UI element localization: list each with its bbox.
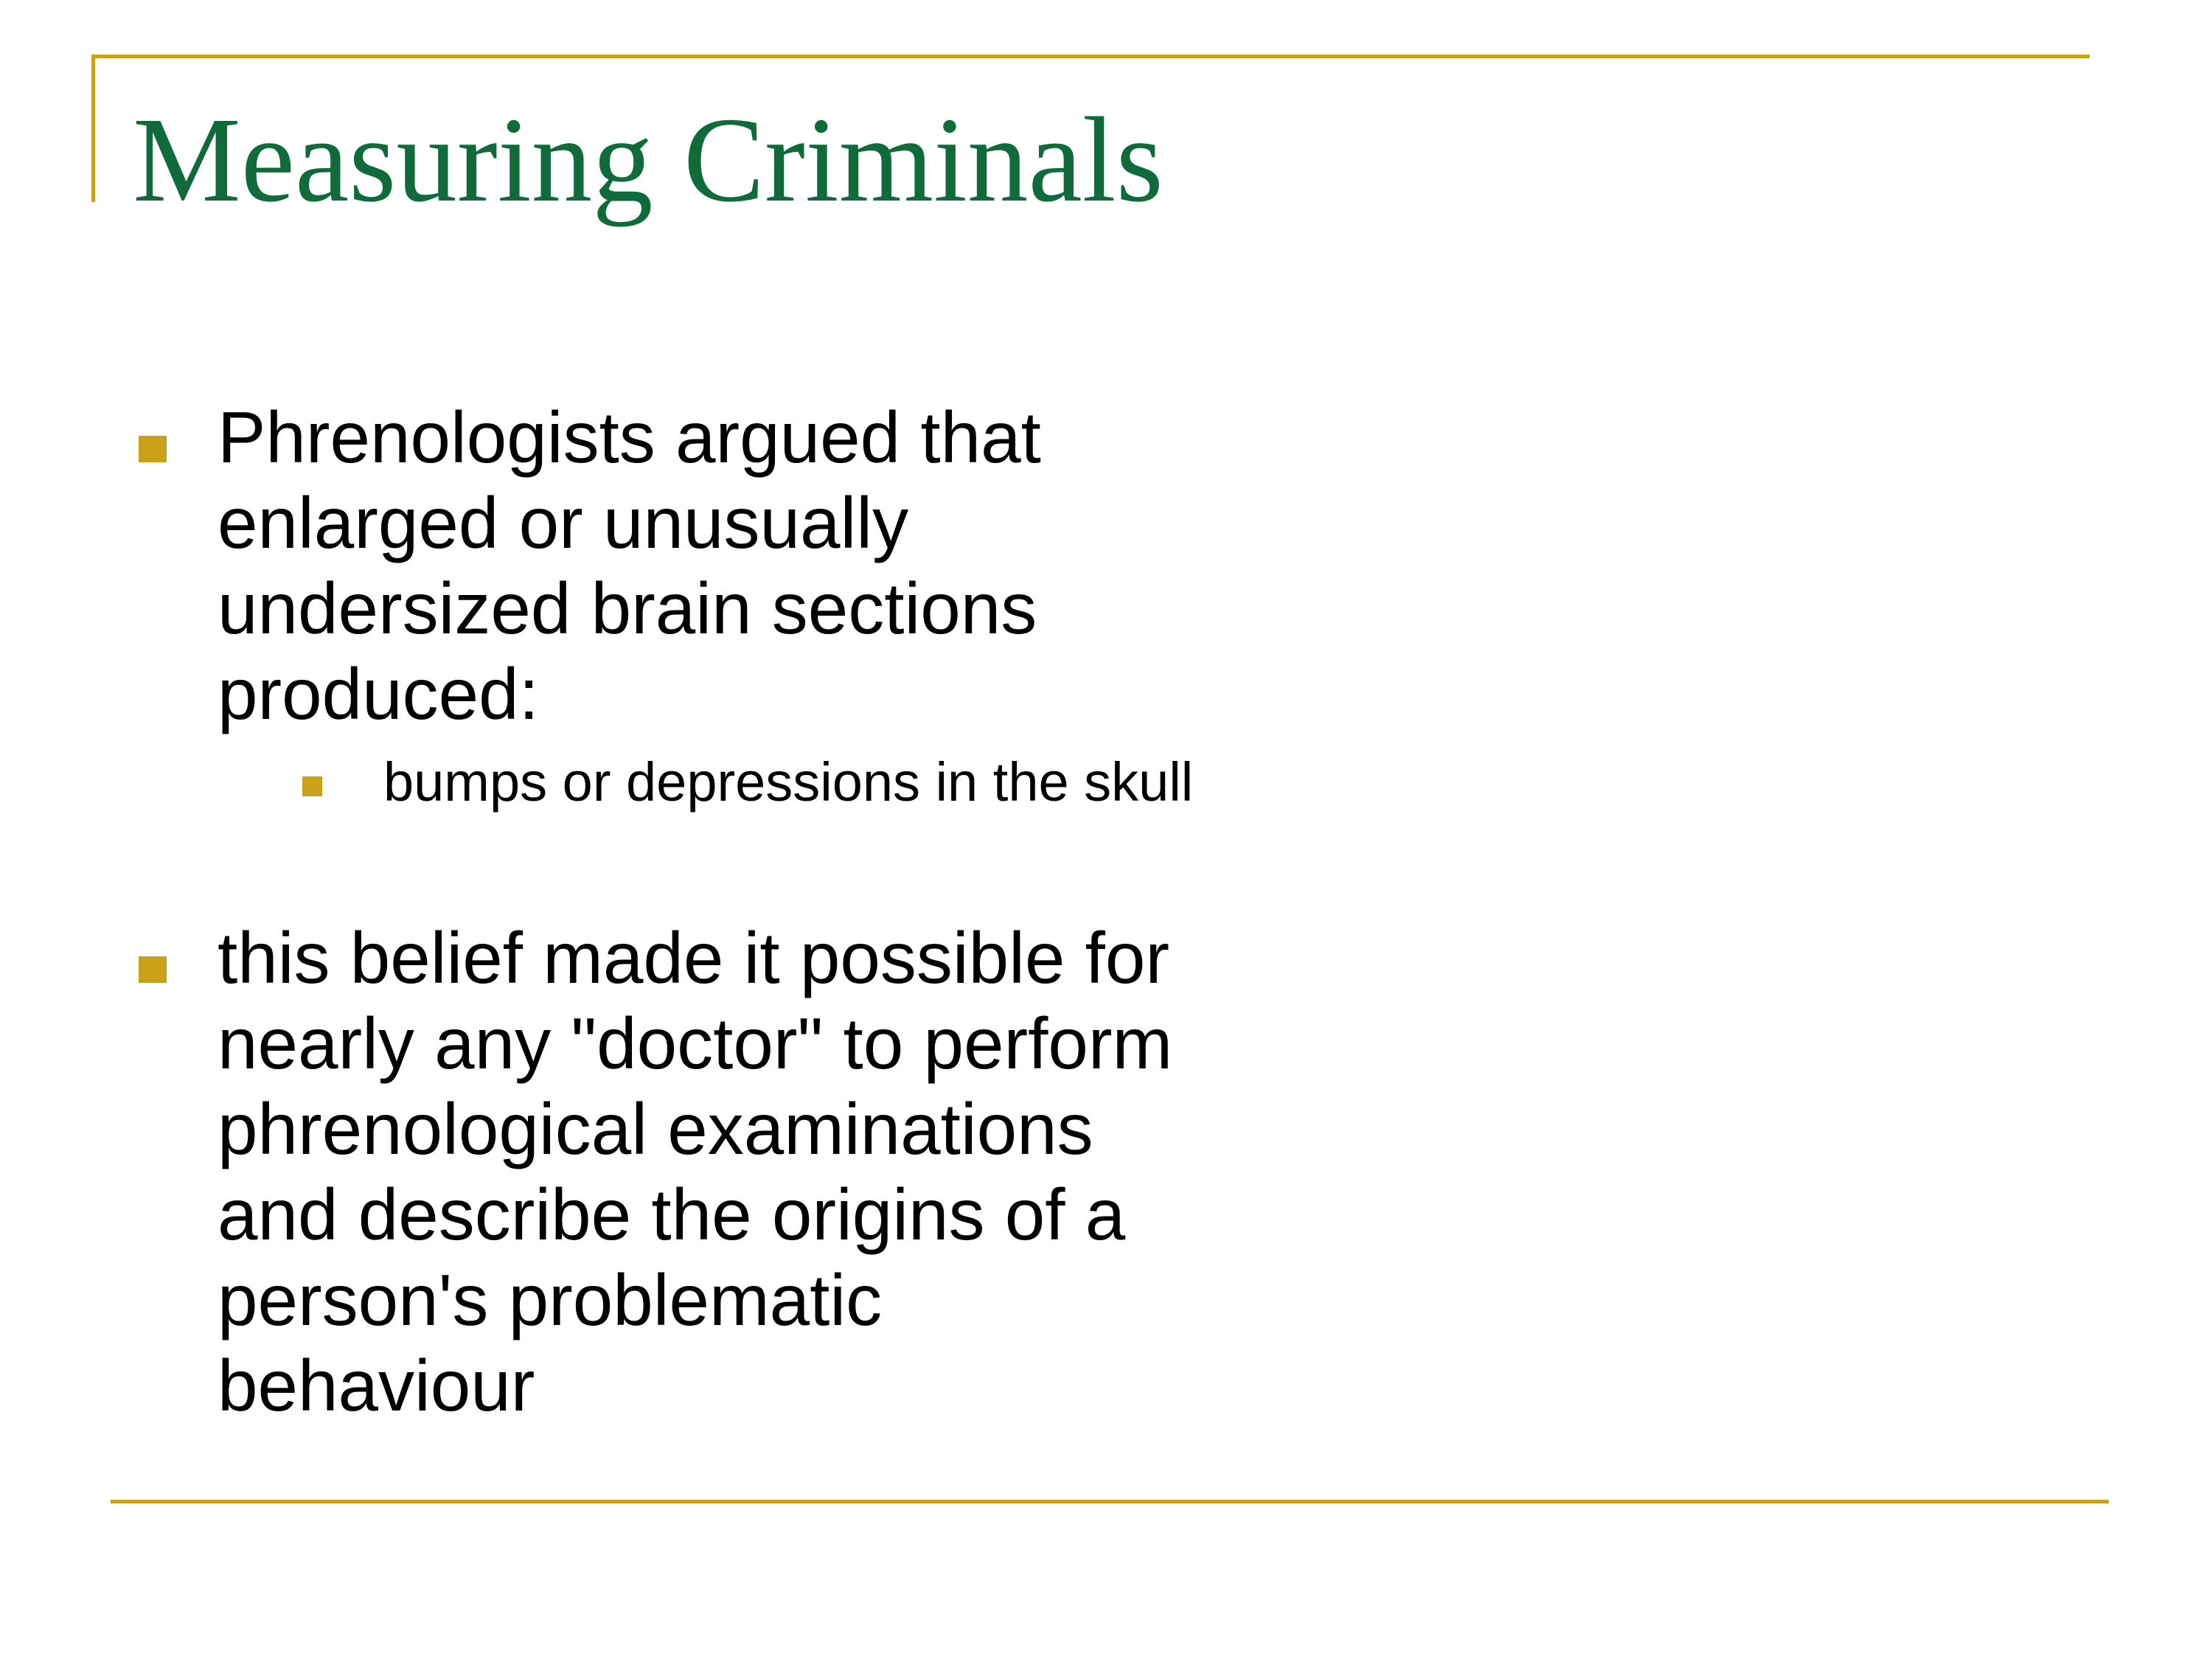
sub-bullet-text: bumps or depressions in the skull (383, 751, 1194, 813)
bullet-list: Phrenologists argued that enlarged or un… (133, 394, 1386, 1428)
square-bullet-icon (139, 956, 167, 983)
square-bullet-icon (139, 436, 167, 462)
slide-title: Measuring Criminals (133, 92, 1164, 227)
bullet-line: enlarged or unusually (218, 482, 909, 563)
bullet-line: nearly any "doctor" to perform (218, 1003, 1173, 1084)
square-bullet-icon (302, 776, 322, 796)
bullet-line: and describe the origins of a (218, 1174, 1126, 1255)
bullet-line: phrenological examinations (218, 1088, 1093, 1169)
bullet-line: this belief made it possible for (218, 917, 1169, 998)
bullet-item: Phrenologists argued that enlarged or un… (133, 394, 1386, 737)
bottom-rule (111, 1500, 2109, 1503)
bullet-line: person's problematic (218, 1259, 883, 1340)
sub-bullet-item: bumps or depressions in the skull (302, 745, 1386, 819)
bullet-line: produced: (218, 653, 539, 734)
bullet-item: this belief made it possible for nearly … (133, 915, 1386, 1428)
bullet-line: behaviour (218, 1345, 535, 1426)
top-rule (91, 55, 2090, 58)
left-rule (91, 55, 95, 202)
bullet-line: Phrenologists argued that (218, 397, 1041, 478)
bullet-text: this belief made it possible for nearly … (218, 915, 1412, 1428)
slide: Measuring Criminals Phrenologists argued… (0, 0, 2212, 1659)
bullet-text: Phrenologists argued that enlarged or un… (218, 394, 1412, 737)
bullet-line: undersized brain sections (218, 568, 1037, 649)
